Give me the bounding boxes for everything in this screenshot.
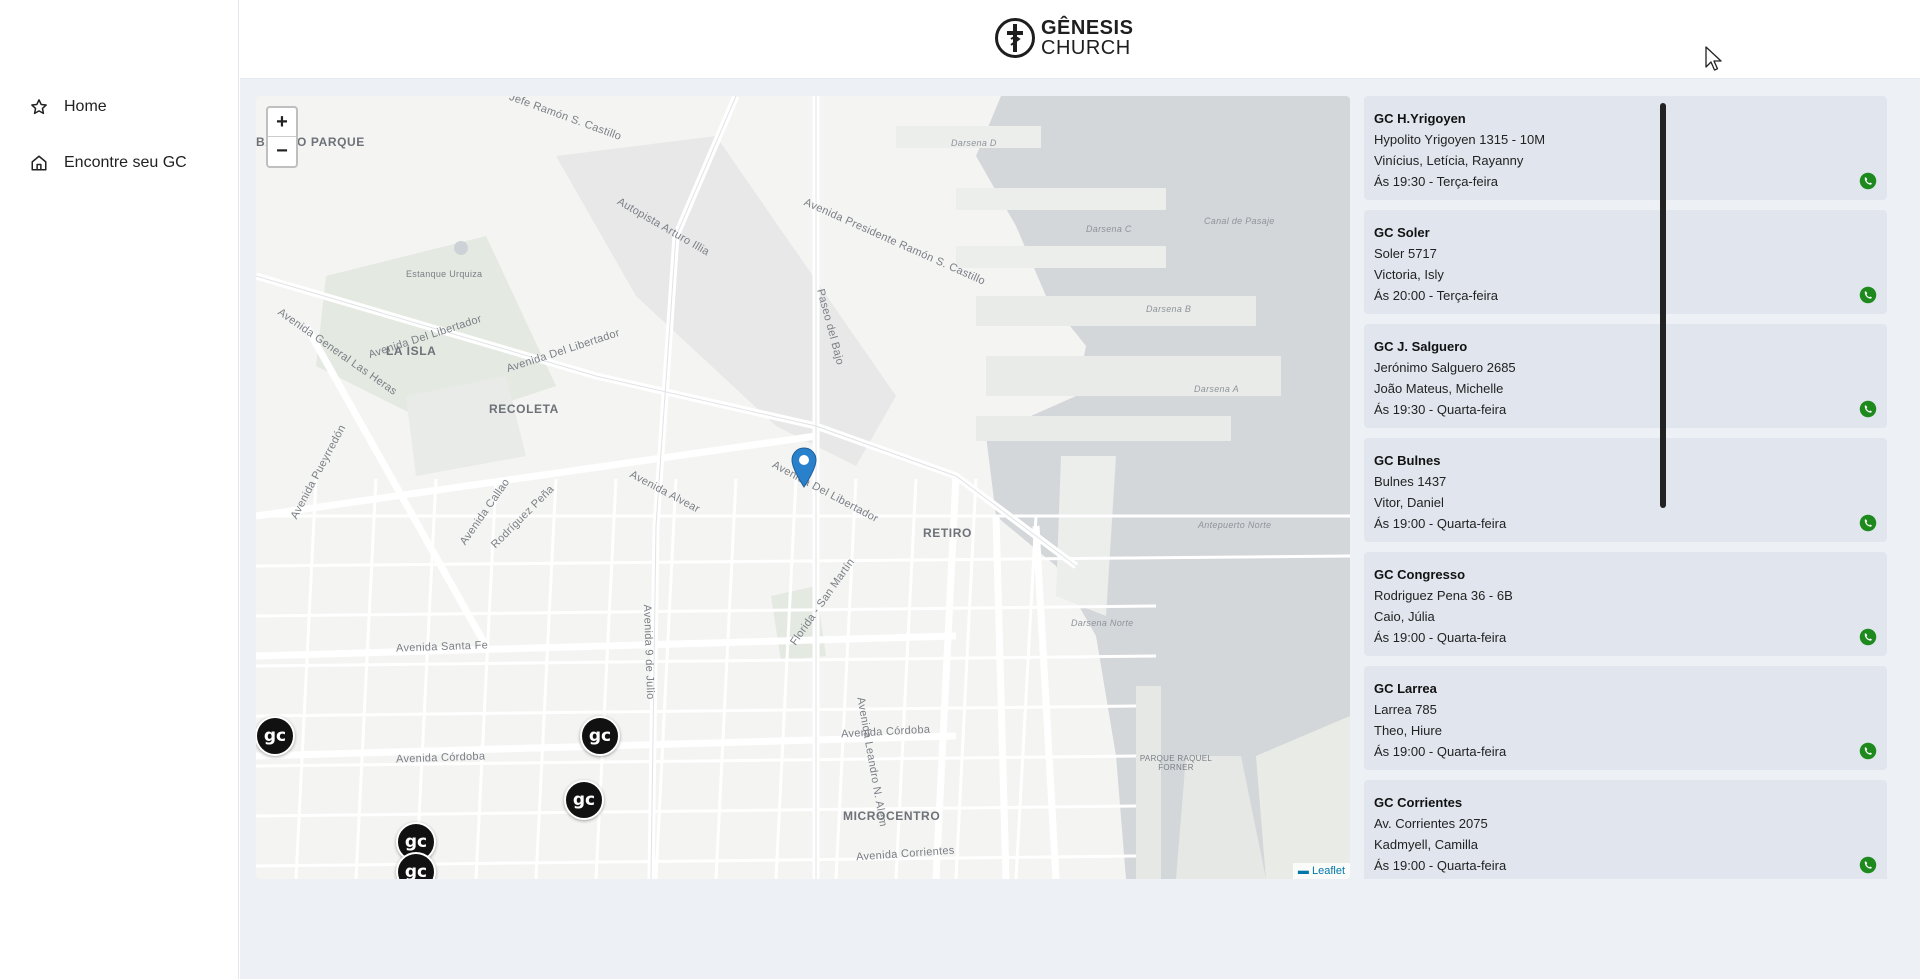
whatsapp-icon[interactable] bbox=[1859, 400, 1877, 418]
gc-time: Ás 19:00 - Quarta-feira bbox=[1374, 630, 1507, 645]
gc-name: GC J. Salguero bbox=[1374, 339, 1468, 354]
star-icon bbox=[31, 99, 47, 115]
gc-name: GC Corrientes bbox=[1374, 795, 1463, 810]
cross-logo-icon bbox=[995, 18, 1035, 58]
gc-time: Ás 19:30 - Quarta-feira bbox=[1374, 402, 1507, 417]
gc-card[interactable]: GC J. Salguero Jerónimo Salguero 2685 Jo… bbox=[1364, 324, 1887, 428]
gc-map-marker[interactable]: gc bbox=[256, 716, 295, 756]
zoom-out-button[interactable]: − bbox=[268, 137, 296, 166]
gc-time: Ás 20:00 - Terça-feira bbox=[1374, 288, 1499, 303]
gc-name: GC Soler bbox=[1374, 225, 1430, 240]
gc-leaders: Vitor, Daniel bbox=[1374, 495, 1444, 510]
main-content: + − BARRIO PARQUE LA ISLA RECOLETA RETIR… bbox=[240, 79, 1920, 979]
gc-time: Ás 19:00 - Quarta-feira bbox=[1374, 858, 1507, 873]
flag-icon: ▬ bbox=[1297, 865, 1312, 877]
gc-map-marker[interactable]: gc bbox=[564, 780, 604, 820]
top-header: GÊNESIS CHURCH bbox=[240, 0, 1920, 79]
map-label-estanque: Estanque Urquiza bbox=[406, 269, 483, 279]
gc-card[interactable]: GC Larrea Larrea 785 Theo, Hiure Ás 19:0… bbox=[1364, 666, 1887, 770]
zoom-in-button[interactable]: + bbox=[268, 108, 296, 137]
gc-map-marker[interactable]: gc bbox=[580, 716, 620, 756]
gc-address: Larrea 785 bbox=[1374, 702, 1437, 717]
map-label-canal: Canal de Pasaje bbox=[1204, 216, 1275, 226]
map-label-parque-raquel: PARQUE RAQUEL FORNER bbox=[1139, 754, 1213, 772]
sidebar-item-label: Home bbox=[64, 98, 107, 115]
location-pin-icon[interactable] bbox=[791, 447, 817, 488]
map-label-antepuerto: Antepuerto Norte bbox=[1198, 520, 1272, 530]
mouse-cursor-icon bbox=[1705, 46, 1722, 71]
whatsapp-icon[interactable] bbox=[1859, 286, 1877, 304]
map-attribution-link[interactable]: ▬ Leaflet bbox=[1292, 863, 1350, 879]
brand-logo[interactable]: GÊNESIS CHURCH bbox=[995, 18, 1133, 58]
gc-address: Rodriguez Pena 36 - 6B bbox=[1374, 588, 1513, 603]
gc-card[interactable]: GC Corrientes Av. Corrientes 2075 Kadmye… bbox=[1364, 780, 1887, 879]
sidebar-item-label: Encontre seu GC bbox=[64, 154, 187, 171]
gc-address: Bulnes 1437 bbox=[1374, 474, 1447, 489]
sidebar: Home Encontre seu GC bbox=[0, 0, 239, 979]
gc-leaders: Vinícius, Letícia, Rayanny bbox=[1374, 153, 1524, 168]
map-label-darsena-a: Darsena A bbox=[1194, 384, 1239, 394]
gc-name: GC Congresso bbox=[1374, 567, 1466, 582]
gc-leaders: Kadmyell, Camilla bbox=[1374, 837, 1479, 852]
whatsapp-icon[interactable] bbox=[1859, 742, 1877, 760]
sidebar-item-home[interactable]: Home bbox=[30, 98, 107, 116]
map-label-microcentro: MICROCENTRO bbox=[843, 809, 941, 823]
gc-leaders: Caio, Júlia bbox=[1374, 609, 1435, 624]
gc-address: Av. Corrientes 2075 bbox=[1374, 816, 1488, 831]
gc-list-scrollbar[interactable] bbox=[1660, 103, 1666, 508]
gc-card[interactable]: GC H.Yrigoyen Hypolito Yrigoyen 1315 - 1… bbox=[1364, 96, 1887, 200]
map-label-darsena-c: Darsena C bbox=[1086, 224, 1132, 234]
map-label-retiro: RETIRO bbox=[923, 526, 972, 540]
zoom-control: + − bbox=[266, 106, 298, 168]
gc-address: Jerónimo Salguero 2685 bbox=[1374, 360, 1516, 375]
whatsapp-icon[interactable] bbox=[1859, 514, 1877, 532]
gc-name: GC Bulnes bbox=[1374, 453, 1441, 468]
gc-name: GC Larrea bbox=[1374, 681, 1437, 696]
whatsapp-icon[interactable] bbox=[1859, 628, 1877, 646]
map-label-darsena-d: Darsena D bbox=[951, 138, 997, 148]
home-icon bbox=[31, 155, 47, 171]
gc-leaders: Theo, Hiure bbox=[1374, 723, 1442, 738]
map-view[interactable]: + − BARRIO PARQUE LA ISLA RECOLETA RETIR… bbox=[256, 96, 1350, 879]
whatsapp-icon[interactable] bbox=[1859, 856, 1877, 874]
gc-name: GC H.Yrigoyen bbox=[1374, 111, 1466, 126]
gc-time: Ás 19:00 - Quarta-feira bbox=[1374, 516, 1507, 531]
gc-time: Ás 19:00 - Quarta-feira bbox=[1374, 744, 1507, 759]
logo-text-genesis: GÊNESIS bbox=[1041, 17, 1134, 39]
gc-card[interactable]: GC Bulnes Bulnes 1437 Vitor, Daniel Ás 1… bbox=[1364, 438, 1887, 542]
map-label-darsena-b: Darsena B bbox=[1146, 304, 1192, 314]
gc-address: Soler 5717 bbox=[1374, 246, 1437, 261]
gc-leaders: João Mateus, Michelle bbox=[1374, 381, 1504, 396]
gc-card[interactable]: GC Congresso Rodriguez Pena 36 - 6B Caio… bbox=[1364, 552, 1887, 656]
whatsapp-icon[interactable] bbox=[1859, 172, 1877, 190]
map-label-recoleta: RECOLETA bbox=[489, 402, 559, 416]
gc-list[interactable]: GC H.Yrigoyen Hypolito Yrigoyen 1315 - 1… bbox=[1364, 96, 1900, 879]
map-label-darsena-norte: Darsena Norte bbox=[1071, 618, 1134, 628]
gc-leaders: Victoria, Isly bbox=[1374, 267, 1444, 282]
logo-text-church: CHURCH bbox=[1041, 37, 1131, 59]
gc-address: Hypolito Yrigoyen 1315 - 10M bbox=[1374, 132, 1546, 147]
gc-card[interactable]: GC Soler Soler 5717 Victoria, Isly Ás 20… bbox=[1364, 210, 1887, 314]
sidebar-item-encontre-gc[interactable]: Encontre seu GC bbox=[30, 154, 187, 172]
gc-time: Ás 19:30 - Terça-feira bbox=[1374, 174, 1499, 189]
